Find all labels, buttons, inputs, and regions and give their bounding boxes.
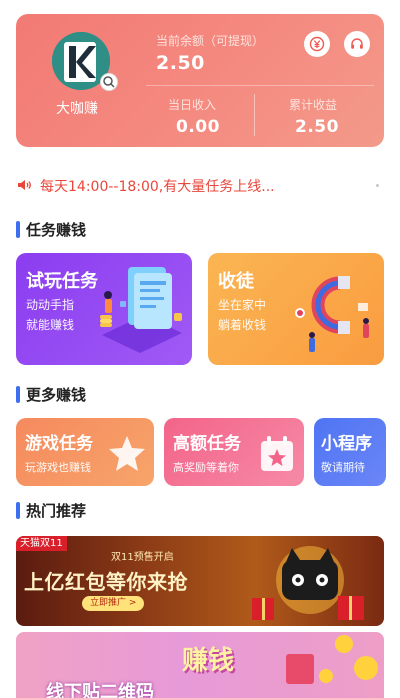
notice-dot xyxy=(376,184,379,187)
total-earnings-value: 2.50 xyxy=(295,117,339,137)
qr-code-promo-banner[interactable]: 赚钱 线下贴二维码 xyxy=(16,632,384,698)
high-reward-task-card[interactable]: 高额任务 高奖励等着你 xyxy=(164,418,304,486)
banner-headline: 线下贴二维码 xyxy=(46,682,154,698)
banner-headline: 上亿红包等你来抢 xyxy=(24,570,188,594)
notice-text: 每天14:00--18:00,有大量任务上线... xyxy=(40,179,275,195)
high-reward-task-subtitle: 高奖励等着你 xyxy=(173,461,239,474)
today-income-value: 0.00 xyxy=(176,117,220,137)
withdraw-button[interactable] xyxy=(304,31,330,57)
double11-promo-banner[interactable]: 天猫双11 双11预售开启 上亿红包等你来抢 立即推广 > xyxy=(16,536,384,626)
avatar-search-badge-icon xyxy=(101,74,117,90)
tmall-cat-illustration-icon xyxy=(252,546,364,620)
trial-task-card[interactable]: 试玩任务 动动手指 就能赚钱 xyxy=(16,253,192,365)
magnet-people-illustration-icon xyxy=(295,276,369,352)
headset-icon xyxy=(351,38,363,49)
section-title-tasks: 任务赚钱 xyxy=(16,219,216,239)
game-task-subtitle: 玩游戏也赚钱 xyxy=(25,461,91,474)
recruit-subtitle-1: 坐在家中 xyxy=(218,298,267,312)
section-title-more: 更多赚钱 xyxy=(16,384,216,404)
mini-program-subtitle: 敬请期待 xyxy=(321,461,365,474)
header-divider xyxy=(146,85,374,86)
section-accent-bar xyxy=(16,502,20,519)
calendar-star-icon xyxy=(261,436,293,471)
recruit-title: 收徒 xyxy=(218,271,254,292)
section-title-text: 热门推荐 xyxy=(26,502,87,520)
promote-now-button[interactable]: 立即推广 > xyxy=(82,596,145,611)
star-icon xyxy=(109,436,145,471)
balance-label: 当前余额（可提现） xyxy=(156,34,265,48)
tmall-double11-tag: 天猫双11 xyxy=(16,536,67,551)
notice-bar[interactable]: 每天14:00--18:00,有大量任务上线... xyxy=(16,174,384,196)
section-title-hot: 热门推荐 xyxy=(16,500,216,520)
phone-document-illustration-icon xyxy=(100,267,182,353)
section-accent-bar xyxy=(16,221,20,238)
earn-money-text: 赚钱 xyxy=(182,646,235,676)
today-income-label: 当日收入 xyxy=(168,98,217,112)
high-reward-task-title: 高额任务 xyxy=(173,434,241,454)
customer-service-button[interactable] xyxy=(344,31,370,57)
trial-task-subtitle-2: 就能赚钱 xyxy=(26,318,75,332)
presale-text: 双11预售开启 xyxy=(111,552,174,563)
coins-illustration-icon xyxy=(286,635,378,684)
total-earnings-label: 累计收益 xyxy=(289,98,338,112)
game-task-title: 游戏任务 xyxy=(25,434,93,454)
recruit-card[interactable]: 收徒 坐在家中 躺着收钱 xyxy=(208,253,384,365)
account-header-card: 大咖赚 当前余额（可提现） 2.50 当日收入 0.00 累计收益 2.50 xyxy=(16,14,384,147)
trial-task-subtitle-1: 动动手指 xyxy=(26,298,75,312)
yuan-coin-icon xyxy=(309,36,325,52)
mini-program-title: 小程序 xyxy=(321,434,372,454)
mini-program-card[interactable]: 小程序 敬请期待 xyxy=(314,418,386,486)
speaker-icon xyxy=(16,176,34,194)
section-accent-bar xyxy=(16,386,20,403)
balance-value: 2.50 xyxy=(156,52,205,74)
section-title-text: 更多赚钱 xyxy=(26,386,87,404)
trial-task-title: 试玩任务 xyxy=(26,271,98,292)
section-title-text: 任务赚钱 xyxy=(26,221,87,239)
stats-divider xyxy=(254,94,255,136)
game-task-card[interactable]: 游戏任务 玩游戏也赚钱 xyxy=(16,418,154,486)
recruit-subtitle-2: 躺着收钱 xyxy=(218,318,267,332)
username: 大咖赚 xyxy=(56,100,98,116)
